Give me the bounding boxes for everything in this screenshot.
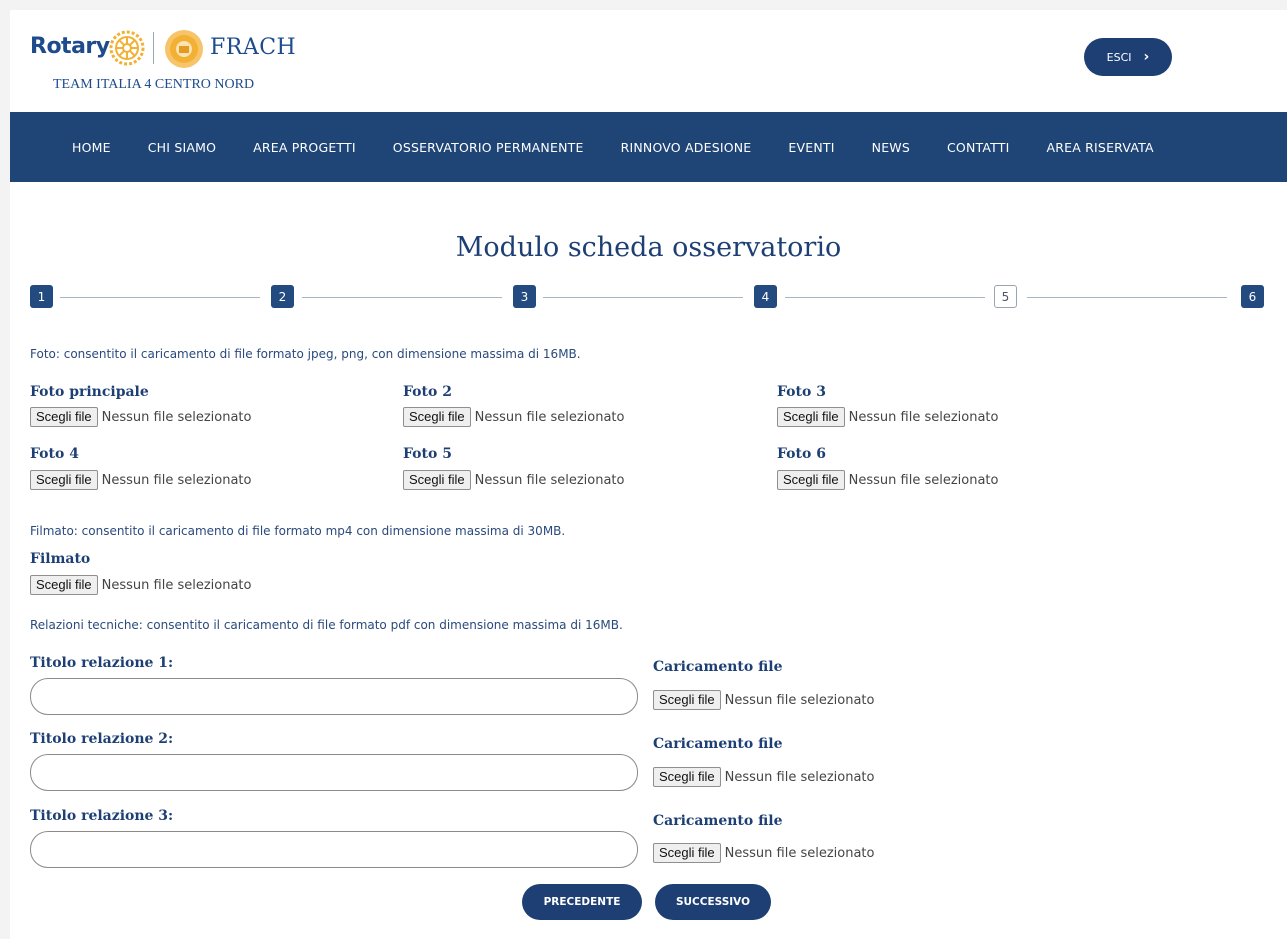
file-status: Nessun file selezionato	[474, 472, 625, 488]
nav-item-osservatorio[interactable]: OSSERVATORIO PERMANENTE	[393, 140, 584, 155]
choose-file-button[interactable]: Scegli file	[653, 843, 721, 863]
step-connector	[785, 297, 985, 298]
step-2[interactable]: 2	[271, 285, 294, 308]
photo-5-input[interactable]: Scegli file Nessun file selezionato	[403, 470, 624, 490]
file-status: Nessun file selezionato	[724, 769, 875, 785]
page: Rotary FRACH TEAM ITALIA 4 CENTRO NORD E…	[10, 10, 1287, 939]
nav-item-news[interactable]: NEWS	[872, 140, 910, 155]
nav-item-eventi[interactable]: EVENTI	[788, 140, 834, 155]
team-subtitle: TEAM ITALIA 4 CENTRO NORD	[53, 77, 255, 92]
photo-5-label: Foto 5	[403, 446, 452, 462]
report-1-file-input[interactable]: Scegli file Nessun file selezionato	[653, 690, 874, 710]
photo-2-input[interactable]: Scegli file Nessun file selezionato	[403, 407, 624, 427]
report-1-title-label: Titolo relazione 1:	[30, 655, 174, 671]
file-status: Nessun file selezionato	[724, 692, 875, 708]
previous-button[interactable]: PRECEDENTE	[522, 884, 642, 920]
photo-main-label: Foto principale	[30, 384, 149, 400]
frach-sun-icon	[165, 30, 203, 68]
choose-file-button[interactable]: Scegli file	[777, 407, 845, 427]
step-1[interactable]: 1	[30, 285, 53, 308]
report-2-title-label: Titolo relazione 2:	[30, 731, 174, 747]
nav-item-area-progetti[interactable]: AREA PROGETTI	[253, 140, 356, 155]
report-1-title-input[interactable]	[30, 678, 638, 715]
nav-item-rinnovo-adesione[interactable]: RINNOVO ADESIONE	[621, 140, 752, 155]
frach-wordmark: FRACH	[210, 35, 297, 60]
step-3[interactable]: 3	[513, 285, 536, 308]
report-3-title-label: Titolo relazione 3:	[30, 808, 174, 824]
file-status: Nessun file selezionato	[724, 845, 875, 861]
exit-button[interactable]: ESCI ›	[1084, 38, 1172, 76]
photo-3-input[interactable]: Scegli file Nessun file selezionato	[777, 407, 998, 427]
main-navigation: HOME CHI SIAMO AREA PROGETTI OSSERVATORI…	[10, 112, 1287, 182]
reports-upload-note: Relazioni tecniche: consentito il carica…	[30, 618, 623, 632]
file-status: Nessun file selezionato	[101, 409, 252, 425]
site-logo[interactable]: Rotary FRACH TEAM ITALIA 4 CENTRO NORD	[30, 24, 350, 104]
photo-4-label: Foto 4	[30, 446, 79, 462]
nav-item-contatti[interactable]: CONTATTI	[947, 140, 1010, 155]
choose-file-button[interactable]: Scegli file	[30, 575, 98, 595]
choose-file-button[interactable]: Scegli file	[403, 407, 471, 427]
report-2-upload-label: Caricamento file	[653, 736, 783, 752]
nav-item-home[interactable]: HOME	[72, 140, 111, 155]
video-input[interactable]: Scegli file Nessun file selezionato	[30, 575, 251, 595]
report-2-title-input[interactable]	[30, 754, 638, 791]
choose-file-button[interactable]: Scegli file	[30, 407, 98, 427]
choose-file-button[interactable]: Scegli file	[653, 767, 721, 787]
next-button[interactable]: SUCCESSIVO	[655, 884, 771, 920]
step-connector	[1027, 297, 1227, 298]
step-4[interactable]: 4	[754, 285, 777, 308]
step-connector	[543, 297, 743, 298]
video-upload-note: Filmato: consentito il caricamento di fi…	[30, 524, 566, 538]
photo-2-label: Foto 2	[403, 384, 452, 400]
step-connector	[60, 297, 260, 298]
report-1-upload-label: Caricamento file	[653, 659, 783, 675]
logo-divider	[153, 32, 154, 64]
choose-file-button[interactable]: Scegli file	[777, 470, 845, 490]
photo-main-input[interactable]: Scegli file Nessun file selezionato	[30, 407, 251, 427]
choose-file-button[interactable]: Scegli file	[653, 690, 721, 710]
photo-upload-note: Foto: consentito il caricamento di file …	[30, 347, 581, 361]
report-3-file-input[interactable]: Scegli file Nessun file selezionato	[653, 843, 874, 863]
file-status: Nessun file selezionato	[848, 472, 999, 488]
report-3-title-input[interactable]	[30, 831, 638, 868]
file-status: Nessun file selezionato	[474, 409, 625, 425]
photo-4-input[interactable]: Scegli file Nessun file selezionato	[30, 470, 251, 490]
page-title: Modulo scheda osservatorio	[455, 232, 842, 263]
step-6[interactable]: 6	[1241, 285, 1264, 308]
file-status: Nessun file selezionato	[101, 577, 252, 593]
nav-item-area-riservata[interactable]: AREA RISERVATA	[1047, 140, 1154, 155]
report-2-file-input[interactable]: Scegli file Nessun file selezionato	[653, 767, 874, 787]
exit-label: ESCI	[1106, 50, 1132, 64]
step-5-current[interactable]: 5	[994, 285, 1017, 308]
photo-3-label: Foto 3	[777, 384, 826, 400]
report-3-upload-label: Caricamento file	[653, 813, 783, 829]
choose-file-button[interactable]: Scegli file	[30, 470, 98, 490]
photo-6-label: Foto 6	[777, 446, 826, 462]
rotary-wordmark: Rotary	[30, 34, 110, 59]
video-label: Filmato	[30, 551, 91, 567]
site-header: Rotary FRACH TEAM ITALIA 4 CENTRO NORD E…	[10, 10, 1287, 112]
step-connector	[302, 297, 502, 298]
form-stepper: 1 2 3 4 5 6	[30, 285, 1264, 311]
rotary-wheel-icon	[109, 30, 145, 66]
choose-file-button[interactable]: Scegli file	[403, 470, 471, 490]
file-status: Nessun file selezionato	[848, 409, 999, 425]
chevron-right-icon: ›	[1143, 49, 1150, 65]
photo-6-input[interactable]: Scegli file Nessun file selezionato	[777, 470, 998, 490]
nav-item-chi-siamo[interactable]: CHI SIAMO	[148, 140, 216, 155]
file-status: Nessun file selezionato	[101, 472, 252, 488]
